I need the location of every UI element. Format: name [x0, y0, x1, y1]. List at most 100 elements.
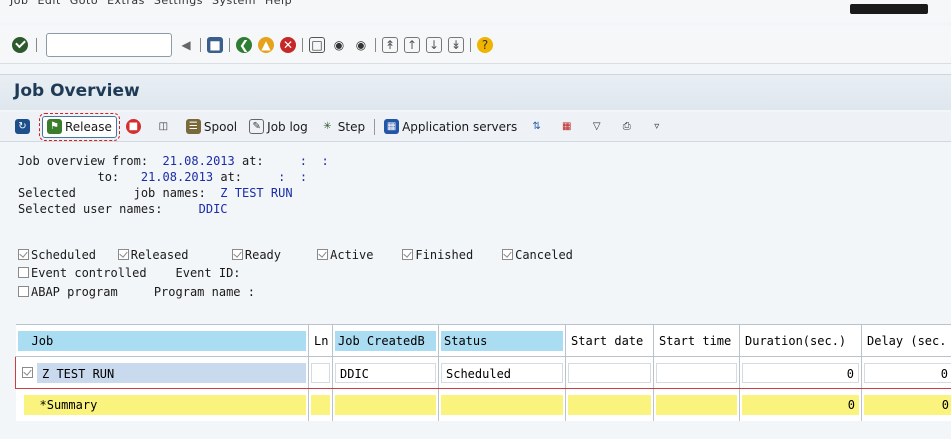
help-icon[interactable]: ? [477, 37, 493, 53]
back-icon[interactable]: ❮ [236, 37, 252, 53]
active-checkbox[interactable] [317, 249, 329, 260]
trash-icon: ◫ [158, 121, 169, 132]
from-time: : : [299, 154, 329, 168]
duration-value: 0 [742, 362, 859, 383]
scheduled-checkbox[interactable] [18, 249, 29, 260]
jobnames-label: job names: [133, 186, 206, 200]
abap-program-checkbox[interactable] [18, 286, 29, 297]
layout-button[interactable]: ▦ [556, 116, 580, 138]
delete-button[interactable]: ◫ [153, 116, 177, 138]
job-grid: Job Ln Job CreatedB Status Start date St… [15, 324, 951, 421]
column-header-label: Start date [571, 333, 644, 348]
find-next-icon[interactable]: ◉ [353, 37, 369, 53]
summary-delay: 0 [864, 394, 951, 415]
grid-header-row: Job Ln Job CreatedB Status Start date St… [15, 324, 951, 357]
application-toolbar: ↻ ⚑ Release ■ ◫ ☰ Spool ✎ Job log ✳ Step… [0, 112, 951, 142]
job-cell[interactable]: Z TEST RUN [15, 356, 309, 389]
step-icon: ✳ [323, 121, 332, 132]
last-page-icon[interactable]: ↡ [448, 37, 464, 53]
summary-created-cell [332, 388, 439, 421]
standard-toolbar: ◀ ■ ❮ ▲ ✕ □ ◉ ◉ ↟ ↑ ↓ ↡ ? [0, 26, 951, 64]
start-time-value [656, 362, 737, 383]
toolbar-separator [200, 38, 201, 52]
summary-created [335, 394, 436, 415]
enter-check-icon[interactable] [12, 37, 28, 53]
job-log-button[interactable]: ✎ Job log [246, 116, 311, 138]
ready-label: Ready [244, 248, 281, 262]
finished-checkbox[interactable] [402, 249, 414, 260]
exit-icon[interactable]: ▲ [258, 37, 274, 53]
column-header-start-date[interactable]: Start date [565, 324, 654, 357]
next-page-icon[interactable]: ↓ [426, 37, 442, 53]
summary-status-cell [438, 388, 566, 421]
command-field[interactable] [46, 33, 172, 57]
release-flag-icon: ⚑ [47, 119, 62, 134]
column-header-job[interactable]: Job [15, 324, 309, 357]
to-time: : : [278, 170, 308, 184]
print-icon[interactable]: □ [309, 37, 325, 53]
collapse-icon[interactable]: ◀ [178, 37, 194, 53]
column-header-start-time[interactable]: Start time [653, 324, 740, 357]
print-list-button[interactable]: ⎙ [616, 116, 640, 138]
spool-label: Spool [203, 119, 238, 134]
usernames-label: Selected user names: [18, 202, 163, 216]
ln-value [311, 362, 330, 383]
printer-icon: ⎙ [622, 121, 631, 132]
status-cell: Scheduled [438, 356, 566, 389]
sort-button[interactable]: ⇅ [526, 116, 550, 138]
column-header-status[interactable]: Status [438, 324, 566, 357]
subtotal-button[interactable]: ▿ [646, 116, 670, 138]
duration-cell: 0 [739, 356, 862, 389]
page-title: Job Overview [14, 81, 140, 101]
selected-job-names: Z TEST RUN [220, 186, 293, 200]
row-select-checkbox[interactable] [22, 367, 33, 378]
selected-label: Selected [18, 186, 76, 200]
event-controlled-checkbox[interactable] [18, 267, 29, 278]
previous-page-icon[interactable]: ↑ [404, 37, 420, 53]
start-date-cell [565, 356, 654, 389]
released-checkbox[interactable] [117, 249, 129, 260]
summary-row: *Summary 0 0 [15, 388, 951, 421]
event-id-label: Event ID: [175, 266, 241, 280]
column-header-duration[interactable]: Duration(sec.) [739, 324, 862, 357]
column-header-ln[interactable]: Ln [308, 324, 333, 357]
menu-bar: Job Edit Goto Extras Settings System Help [0, 0, 951, 22]
application-servers-button[interactable]: ▦ Application servers [381, 116, 520, 138]
status-filter-line: Scheduled Released Ready Active Finished… [18, 248, 573, 262]
program-name-label: Program name : [153, 285, 255, 299]
first-page-icon[interactable]: ↟ [382, 37, 398, 53]
filter-button[interactable]: ▽ [586, 116, 610, 138]
criteria-to-line: to: 21.08.2013 at: : : [18, 170, 307, 184]
released-label: Released [130, 248, 189, 262]
delay-value: 0 [864, 362, 951, 383]
save-icon[interactable]: ■ [207, 37, 223, 53]
column-header-created-by[interactable]: Job CreatedB [332, 324, 439, 357]
stop-button[interactable]: ■ [123, 116, 147, 138]
job-log-icon: ✎ [249, 119, 265, 134]
canceled-checkbox[interactable] [502, 249, 514, 260]
column-header-delay[interactable]: Delay (sec. [861, 324, 951, 357]
status-value: Scheduled [441, 362, 563, 383]
grid-icon: ▦ [561, 121, 572, 132]
job-name: Z TEST RUN [37, 362, 306, 383]
spool-button[interactable]: ☰ Spool [183, 116, 240, 138]
cancel-icon[interactable]: ✕ [280, 37, 296, 53]
summary-duration: 0 [742, 394, 859, 415]
selected-user-names: DDIC [198, 202, 228, 216]
ready-checkbox[interactable] [231, 249, 243, 260]
criteria-users-line: Selected user names: DDIC [18, 202, 228, 216]
release-button[interactable]: ⚑ Release [39, 112, 120, 141]
from-label: Job overview from: [18, 154, 149, 168]
ln-cell [308, 356, 333, 389]
at-label: at: [220, 170, 243, 184]
refresh-button[interactable]: ↻ [12, 116, 36, 138]
summary-date-cell [565, 388, 654, 421]
find-icon[interactable]: ◉ [331, 37, 347, 53]
column-header-label: Ln [314, 333, 329, 348]
server-icon: ▦ [384, 119, 400, 134]
column-header-label: Delay (sec. [867, 333, 947, 348]
to-date: 21.08.2013 [140, 170, 214, 184]
table-row[interactable]: Z TEST RUN DDIC Scheduled 0 0 [15, 356, 951, 389]
column-header-label: Job CreatedB [335, 330, 436, 351]
step-button[interactable]: ✳ Step [317, 116, 368, 138]
